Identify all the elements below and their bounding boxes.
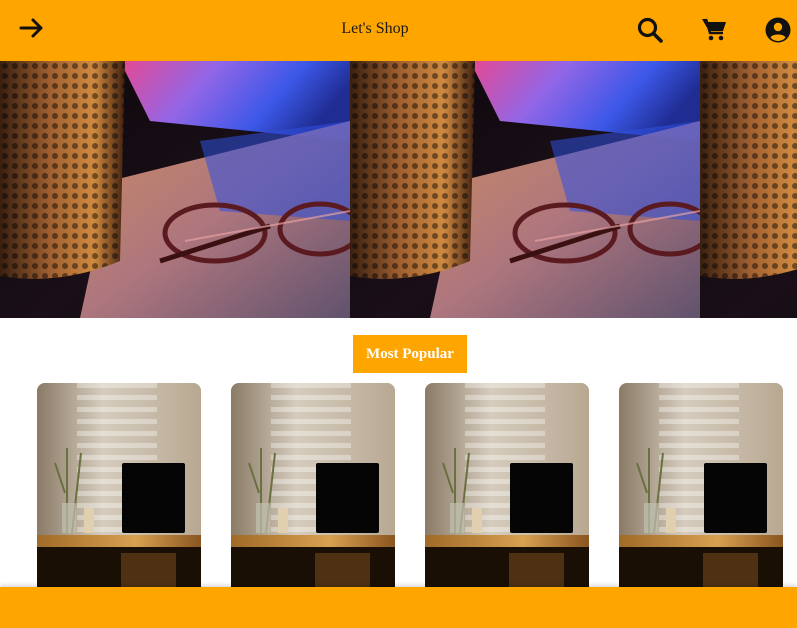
banner-image (350, 61, 700, 318)
banner-image (0, 61, 350, 318)
product-card[interactable] (425, 383, 589, 593)
product-card[interactable] (619, 383, 783, 593)
hero-banner[interactable] (0, 61, 797, 318)
section-title[interactable]: Most Popular (353, 335, 467, 373)
search-icon[interactable] (637, 17, 663, 43)
banner-image (700, 61, 797, 318)
bottom-bar (0, 587, 797, 628)
product-card[interactable] (231, 383, 395, 593)
user-circle-icon[interactable] (765, 17, 791, 43)
cart-icon[interactable] (701, 17, 727, 41)
product-card[interactable] (37, 383, 201, 593)
top-nav-bar: Let's Shop (0, 0, 797, 61)
product-image (425, 383, 589, 593)
product-image (37, 383, 201, 593)
product-image (231, 383, 395, 593)
product-image (619, 383, 783, 593)
